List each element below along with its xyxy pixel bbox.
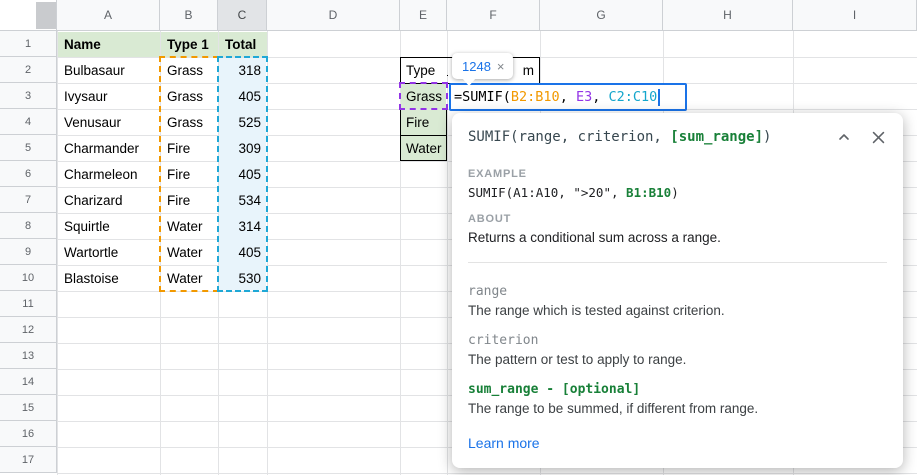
row-header-9[interactable]: 9 (0, 239, 57, 265)
param-range-name: range (468, 284, 887, 299)
formula-input[interactable]: =SUMIF(B2:B10, E3, C2:C10 (449, 83, 687, 111)
optional-arg: [sum_range] (670, 129, 763, 145)
column-header-c[interactable]: C (218, 0, 267, 31)
formula-result-chip: 1248 × (452, 53, 513, 79)
cell-e4-fire[interactable]: Fire (401, 110, 446, 135)
cell-e5-water[interactable]: Water (401, 136, 446, 160)
table-cell[interactable]: Grass (161, 110, 218, 135)
column-header-a[interactable]: A (57, 0, 160, 31)
table-cell[interactable]: 534 (219, 188, 267, 213)
grid-vline (267, 31, 268, 475)
cell-e2-type[interactable]: Type (401, 58, 446, 83)
collapse-chevron-icon[interactable] (833, 126, 855, 148)
param-criterion-description: The pattern or test to apply to range. (468, 352, 887, 367)
table-cell[interactable]: Ivysaur (58, 84, 160, 109)
row-header-17[interactable]: 17 (0, 447, 57, 473)
function-signature: SUMIF(range, criterion, [sum_range]) (468, 129, 821, 145)
function-help-popup: SUMIF(range, criterion, [sum_range]) EXA… (452, 113, 903, 468)
table-cell[interactable]: Squirtle (58, 214, 160, 239)
chip-caret (462, 78, 476, 86)
table-cell[interactable]: Fire (161, 136, 218, 161)
about-label: ABOUT (468, 213, 887, 225)
param-range-description: The range which is tested against criter… (468, 303, 887, 318)
column-header-f[interactable]: F (447, 0, 540, 31)
close-icon[interactable] (867, 126, 889, 148)
row-header-1[interactable]: 1 (0, 31, 57, 57)
table-cell[interactable]: Water (161, 214, 218, 239)
table-cell[interactable]: Charmeleon (58, 162, 160, 187)
row-header-14[interactable]: 14 (0, 369, 57, 395)
table-cell[interactable]: Charizard (58, 188, 160, 213)
table-cell[interactable]: Grass (161, 58, 218, 83)
example-label: EXAMPLE (468, 168, 887, 180)
table-cell[interactable]: Fire (161, 162, 218, 187)
column-header-d[interactable]: D (267, 0, 400, 31)
cell-e3-grass[interactable]: Grass (401, 84, 446, 109)
learn-more-link[interactable]: Learn more (468, 435, 540, 451)
column-header-h[interactable]: H (663, 0, 793, 31)
table-cell[interactable]: 309 (219, 136, 267, 161)
row-header-13[interactable]: 13 (0, 343, 57, 369)
table-cell[interactable]: Water (161, 240, 218, 265)
function-help-header: SUMIF(range, criterion, [sum_range]) (452, 113, 903, 148)
chip-close-icon[interactable]: × (497, 59, 505, 74)
row-header-15[interactable]: 15 (0, 395, 57, 421)
table-cell[interactable]: 530 (219, 266, 267, 291)
spreadsheet-app: ABCDEFGHI1234567891011121314151617 NameT… (0, 0, 917, 475)
table-cell[interactable]: 318 (219, 58, 267, 83)
formula-token-criterion: E3 (576, 89, 592, 105)
grid-vline (447, 31, 448, 475)
formula-token: =SUMIF( (454, 89, 511, 105)
row-header-7[interactable]: 7 (0, 187, 57, 213)
table-cell[interactable]: 314 (219, 214, 267, 239)
formula-token: , (592, 89, 608, 105)
text-cursor (658, 89, 660, 106)
table-cell[interactable]: 405 (219, 240, 267, 265)
row-header-3[interactable]: 3 (0, 83, 57, 109)
table-cell[interactable]: Bulbasaur (58, 58, 160, 83)
row-header-10[interactable]: 10 (0, 265, 57, 291)
row-header-4[interactable]: 4 (0, 109, 57, 135)
help-divider (468, 262, 887, 263)
table-cell[interactable]: Charmander (58, 136, 160, 161)
row-header-12[interactable]: 12 (0, 317, 57, 343)
about-text: Returns a conditional sum across a range… (468, 230, 887, 245)
row-header-6[interactable]: 6 (0, 161, 57, 187)
row-header-5[interactable]: 5 (0, 135, 57, 161)
table-cell[interactable]: Fire (161, 188, 218, 213)
row-header-16[interactable]: 16 (0, 421, 57, 447)
table-cell[interactable]: 525 (219, 110, 267, 135)
select-all-corner-block (36, 2, 56, 29)
example-highlight: B1:B10 (626, 185, 671, 200)
formula-token: , (560, 89, 576, 105)
table-cell[interactable]: Wartortle (58, 240, 160, 265)
formula-token-range: B2:B10 (511, 89, 560, 105)
column-header-e[interactable]: E (400, 0, 447, 31)
table-cell[interactable]: Water (161, 266, 218, 291)
table-cell[interactable]: 405 (219, 162, 267, 187)
table-cell[interactable]: Blastoise (58, 266, 160, 291)
header-cell-total[interactable]: Total (219, 32, 267, 57)
param-criterion-name: criterion (468, 333, 887, 348)
column-header-g[interactable]: G (540, 0, 663, 31)
select-all-corner[interactable] (0, 0, 57, 31)
param-sumrange-name: sum_range - [optional] (468, 382, 887, 397)
param-sumrange-description: The range to be summed, if different fro… (468, 401, 887, 416)
table-cell[interactable]: Grass (161, 84, 218, 109)
row-header-2[interactable]: 2 (0, 57, 57, 83)
table-cell[interactable]: 405 (219, 84, 267, 109)
column-header-i[interactable]: I (793, 0, 917, 31)
header-cell-name[interactable]: Name (58, 32, 160, 57)
column-header-b[interactable]: B (160, 0, 218, 31)
formula-result-value: 1248 (462, 59, 491, 74)
grid-hline (57, 473, 917, 474)
example-code: SUMIF(A1:A10, ">20", B1:B10) (468, 185, 887, 200)
formula-token-sumrange: C2:C10 (608, 89, 657, 105)
table-cell[interactable]: Venusaur (58, 110, 160, 135)
header-cell-type-1[interactable]: Type 1 (161, 32, 218, 57)
row-header-11[interactable]: 11 (0, 291, 57, 317)
function-help-body: EXAMPLE SUMIF(A1:A10, ">20", B1:B10) ABO… (452, 168, 903, 453)
row-header-8[interactable]: 8 (0, 213, 57, 239)
